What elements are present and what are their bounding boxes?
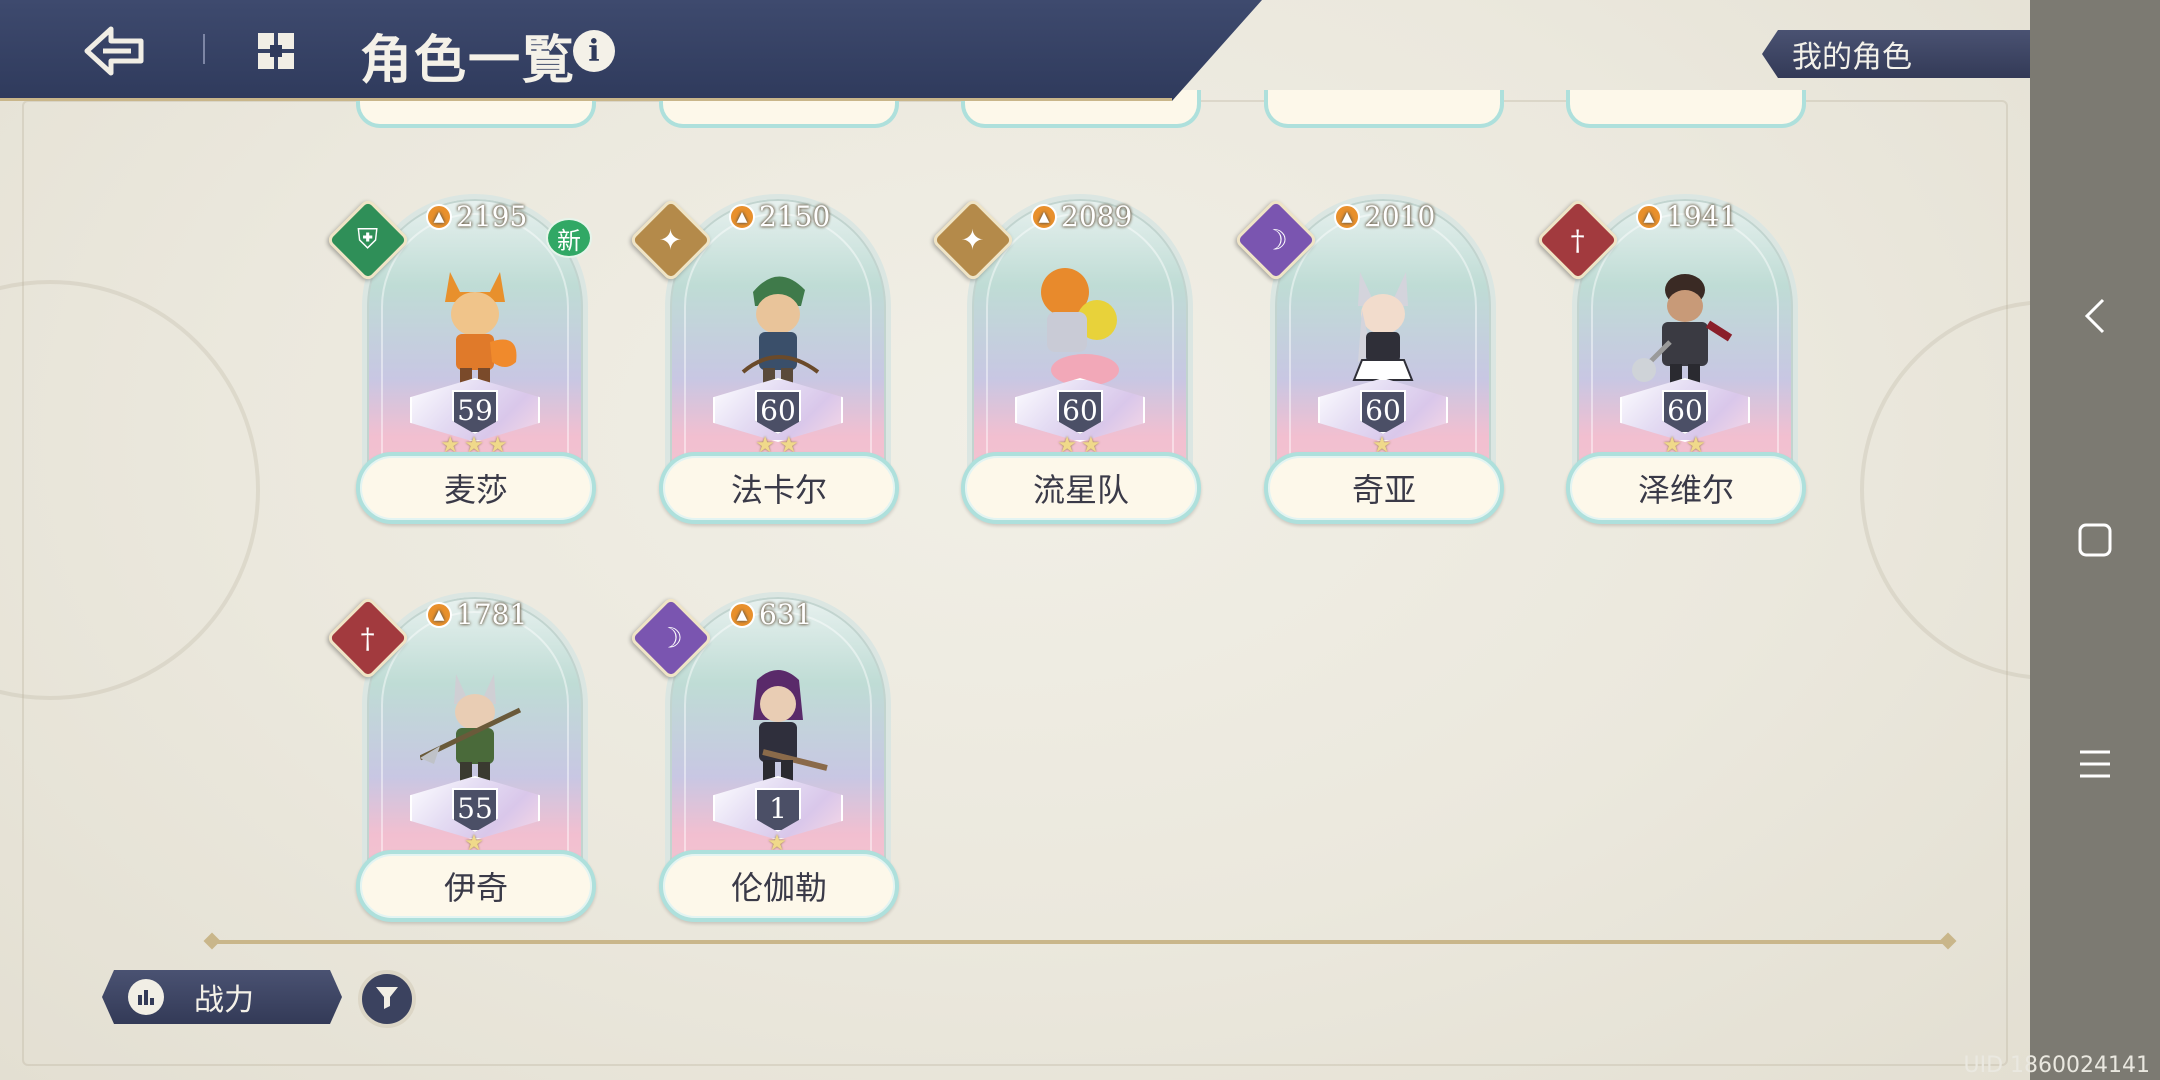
flame-icon: ▲ [729, 203, 755, 230]
flame-icon: ▲ [426, 203, 452, 230]
character-name: 流星队 [961, 452, 1201, 524]
character-count-label: 我的角色 [1792, 40, 1912, 75]
character-card[interactable]: 60 † ▲ 1941 ★★ 泽维尔 [1535, 190, 1806, 530]
home-square-icon [2078, 523, 2112, 557]
character-sprite [723, 660, 833, 790]
partial-name-plate[interactable] [1264, 90, 1504, 128]
flame-icon: ▲ [1334, 203, 1360, 230]
filter-button[interactable] [358, 970, 416, 1028]
power-display: ▲ 2195 [426, 200, 527, 233]
character-name: 泽维尔 [1566, 452, 1806, 524]
character-sprite [1328, 262, 1438, 392]
new-badge: 新 [546, 218, 592, 258]
flame-icon: ▲ [1031, 203, 1057, 230]
power-value: 631 [759, 598, 813, 631]
user-id: UID 1860024141 [1963, 1053, 2151, 1078]
sort-by-power-button[interactable]: 战力 [102, 970, 342, 1024]
chevron-left-icon [2084, 298, 2105, 334]
power-display: ▲ 1781 [426, 598, 527, 631]
power-value: 2010 [1364, 200, 1436, 233]
character-sprite [418, 660, 530, 790]
sort-label: 战力 [194, 983, 254, 1018]
character-sprite [420, 262, 530, 392]
power-value: 2089 [1061, 200, 1133, 233]
power-value: 1781 [456, 598, 528, 631]
power-display: ▲ 2010 [1334, 200, 1435, 233]
divider-line [212, 940, 1948, 944]
filter-icon [374, 984, 400, 1014]
character-card[interactable]: 1 ☽ ▲ 631 ★ 伦伽勒 [628, 588, 899, 928]
character-sprite [723, 262, 833, 392]
info-button[interactable]: i [573, 30, 615, 72]
power-value: 2150 [759, 200, 831, 233]
system-navigation-bar [2030, 0, 2160, 1080]
power-display: ▲ 2150 [729, 200, 830, 233]
flame-icon: ▲ [426, 601, 452, 628]
character-name: 伦伽勒 [659, 850, 899, 922]
character-card[interactable]: 55 † ▲ 1781 ★ 伊奇 [325, 588, 596, 928]
power-value: 1941 [1666, 200, 1738, 233]
character-list-screen: 59 ⛨ ▲2195 新 ★★★ 麦莎 60 ✦ ▲2150 ★★ 法卡尔 [0, 0, 2030, 1080]
grid-icon [258, 33, 294, 69]
header-divider [203, 34, 205, 64]
menu-lines-icon [2080, 750, 2110, 778]
flame-icon: ▲ [1636, 203, 1662, 230]
character-name: 奇亚 [1264, 452, 1504, 524]
character-sprite [1025, 262, 1135, 392]
character-card[interactable]: 60 ✦ ▲ 2089 ★★ 流星队 [930, 190, 1201, 530]
power-value: 2195 [456, 200, 528, 233]
power-display: ▲ 2089 [1031, 200, 1132, 233]
character-name: 法卡尔 [659, 452, 899, 524]
power-display: ▲ 1941 [1636, 200, 1737, 233]
partial-name-plate[interactable] [1566, 90, 1806, 128]
flame-icon: ▲ [729, 601, 755, 628]
character-name: 麦莎 [356, 452, 596, 524]
back-button[interactable] [80, 20, 150, 82]
nav-back-button[interactable] [2030, 276, 2160, 356]
nav-recents-button[interactable] [2030, 724, 2160, 804]
character-card[interactable]: 59 ⛨ ▲ 2195 新 ★★★ 麦莎 [325, 190, 596, 530]
menu-grid-button[interactable] [252, 28, 300, 74]
character-name: 伊奇 [356, 850, 596, 922]
top-header: 角色一覧 i [0, 0, 1262, 101]
back-arrow-icon [84, 26, 144, 76]
bar-chart-icon [128, 979, 164, 1015]
power-display: ▲ 631 [729, 598, 812, 631]
nav-home-button[interactable] [2030, 500, 2160, 580]
character-sprite [1630, 262, 1740, 392]
character-card[interactable]: 60 ☽ ▲ 2010 ★ 奇亚 [1233, 190, 1504, 530]
page-title: 角色一覧 [360, 30, 577, 91]
character-card[interactable]: 60 ✦ ▲ 2150 ★★ 法卡尔 [628, 190, 899, 530]
